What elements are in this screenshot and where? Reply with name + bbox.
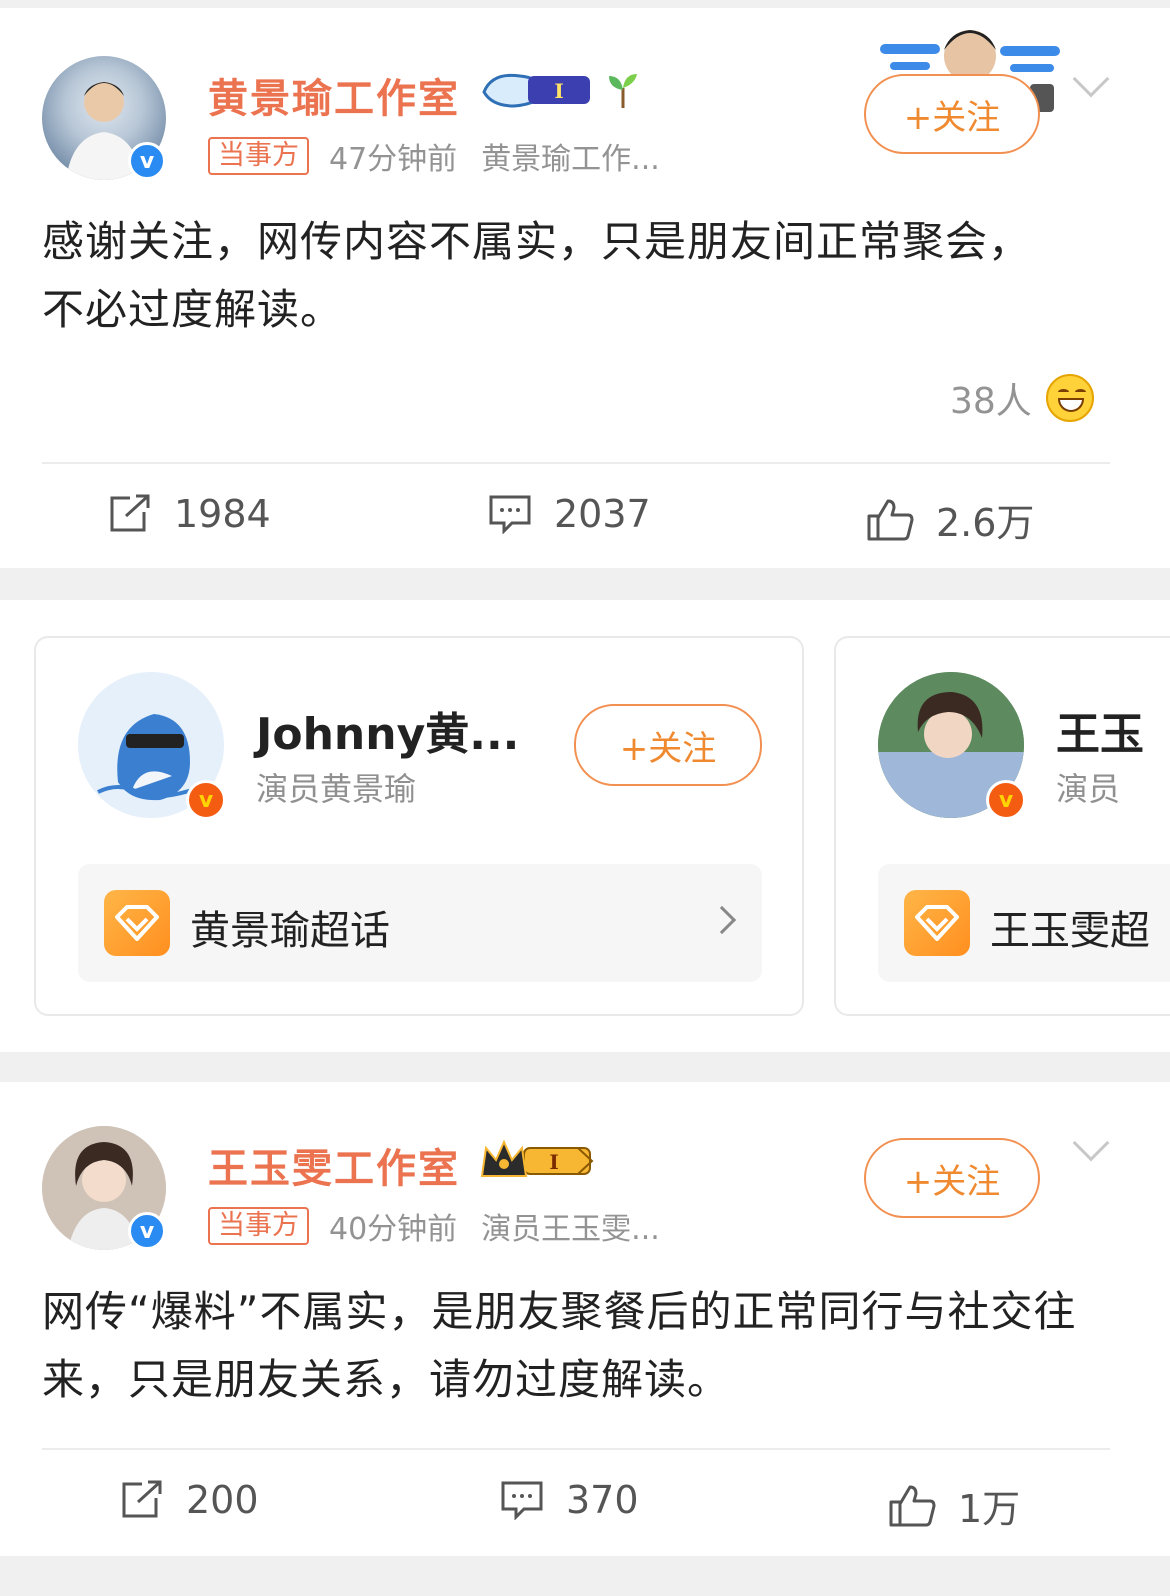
card-role: 演员 (1056, 770, 1121, 808)
card-name[interactable]: 王玉 (1056, 698, 1144, 762)
like-count: 1万 (958, 1487, 1021, 1531)
svg-text:I: I (554, 79, 563, 103)
follow-button[interactable]: +关注 (864, 1138, 1040, 1218)
topic-label: 王玉雯超 (990, 908, 1150, 954)
repost-button[interactable]: 1984 (108, 492, 271, 536)
verified-icon: v (128, 1212, 166, 1250)
crown-badge-icon[interactable]: I (480, 1138, 596, 1186)
repost-button[interactable]: 200 (120, 1478, 259, 1522)
repost-icon (120, 1480, 164, 1520)
reaction-summary[interactable]: 38人 (950, 372, 1094, 424)
post-source[interactable]: 黄景瑜工作... (481, 134, 660, 178)
like-button[interactable]: 1万 (888, 1478, 1020, 1533)
topic-link[interactable]: 黄景瑜超话 (78, 864, 762, 982)
recommend-card[interactable]: v 王玉 演员 王玉雯超 (834, 636, 1170, 1016)
divider (42, 1448, 1110, 1450)
section-gap (0, 568, 1170, 600)
topic-link[interactable]: 王玉雯超 (878, 864, 1170, 982)
post-time: 47分钟前 (329, 142, 458, 177)
author-badges: I (480, 1138, 596, 1186)
party-tag: 当事方 (208, 1207, 309, 1245)
bottom-gap (0, 1556, 1170, 1596)
recommend-card[interactable]: v Johnny黄... 演员黄景瑜 +关注 黄景瑜超话 (34, 636, 804, 1016)
comment-icon (488, 494, 532, 534)
divider (42, 462, 1110, 464)
sprout-icon (606, 70, 640, 114)
comment-button[interactable]: 2037 (488, 492, 651, 536)
diamond-icon (904, 890, 970, 956)
reaction-count: 38人 (950, 381, 1032, 422)
verified-icon: v (128, 142, 166, 180)
repost-count: 200 (186, 1478, 259, 1522)
post-meta: 当事方 47分钟前 黄景瑜工作... (208, 134, 660, 178)
follow-button[interactable]: +关注 (574, 704, 762, 786)
post-time: 40分钟前 (329, 1212, 458, 1247)
author-name[interactable]: 王玉雯工作室 (208, 1136, 460, 1194)
like-button[interactable]: 2.6万 (866, 492, 1034, 547)
post-2: v 王玉雯工作室 I 当事方 40分钟前 演员王玉雯... +关注 网传“爆料”… (0, 1082, 1170, 1556)
post-1: v 黄景瑜工作室 I 当事方 47分钟前 黄景瑜工作... +关注 感谢关注，网… (0, 8, 1170, 568)
topic-label: 黄景瑜超话 (190, 908, 390, 954)
card-role: 演员黄景瑜 (256, 770, 417, 808)
author-name[interactable]: 黄景瑜工作室 (208, 66, 460, 124)
post-meta: 当事方 40分钟前 演员王玉雯... (208, 1204, 660, 1248)
repost-icon (108, 494, 152, 534)
comment-button[interactable]: 370 (500, 1478, 639, 1522)
chevron-right-icon (707, 905, 737, 935)
post-text: 感谢关注，网传内容不属实，只是朋友间正常聚会，不必过度解读。 (42, 217, 1032, 334)
recommend-section: v Johnny黄... 演员黄景瑜 +关注 黄景瑜超话 v 王玉 演员 王玉雯… (0, 600, 1170, 1052)
chevron-down-icon[interactable] (1072, 1124, 1110, 1162)
verified-icon: v (186, 780, 226, 820)
post-text: 网传“爆料”不属实，是朋友聚餐后的正常同行与社交往来，只是朋友关系，请勿过度解读… (42, 1287, 1077, 1404)
comment-count: 370 (566, 1478, 639, 1522)
svg-text:I: I (549, 1150, 558, 1174)
comment-icon (500, 1480, 544, 1520)
follow-button[interactable]: +关注 (864, 74, 1040, 154)
like-count: 2.6万 (936, 501, 1035, 545)
card-name[interactable]: Johnny黄... (256, 698, 519, 762)
verified-icon: v (986, 780, 1026, 820)
repost-count: 1984 (174, 492, 271, 536)
section-gap (0, 1052, 1170, 1082)
diamond-icon (104, 890, 170, 956)
like-icon (888, 1484, 936, 1528)
party-tag: 当事方 (208, 137, 309, 175)
whale-badge-icon[interactable]: I (480, 68, 596, 116)
post-source[interactable]: 演员王玉雯... (481, 1204, 660, 1248)
author-badges: I (480, 68, 640, 116)
like-icon (866, 498, 914, 542)
smiley-icon (1045, 374, 1094, 422)
comment-count: 2037 (554, 492, 651, 536)
chevron-down-icon[interactable] (1072, 60, 1110, 98)
top-gap (0, 0, 1170, 8)
